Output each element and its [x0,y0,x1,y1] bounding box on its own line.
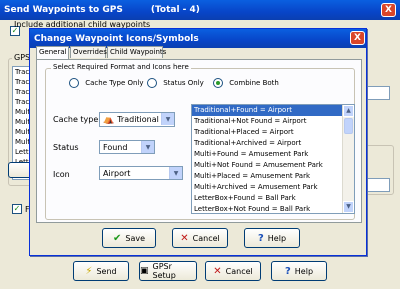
tab-overrides[interactable]: Overrides [70,46,107,58]
radio-cache-type-only-label: Cache Type Only [85,79,144,87]
status-value: Found [103,142,128,152]
scroll-thumb[interactable] [344,118,353,134]
main-help-button[interactable]: ? Help [271,261,327,281]
chevron-down-icon: ▼ [141,141,154,153]
cancel-icon: ✕ [180,232,189,244]
tab-child-waypoints[interactable]: Child Waypoints [107,46,166,58]
listbox-scrollbar[interactable]: ▲ ▼ [342,105,354,213]
radio-combine-both[interactable]: Combine Both [213,78,279,88]
dialog-cancel-label: Cancel [192,233,220,243]
chevron-down-icon: ▼ [169,167,182,179]
icon-label: Icon [53,170,70,179]
list-item[interactable]: Traditional+Found = Airport [192,105,342,116]
dialog-close-icon: X [354,33,361,43]
save-label: Save [125,233,146,243]
cancel-icon: ✕ [213,265,222,277]
chevron-down-icon: ▼ [161,113,174,125]
combination-listbox[interactable]: Traditional+Found = Airport Traditional+N… [191,104,355,214]
cache-type-select[interactable]: ⛺ Traditional ▼ [99,112,175,127]
list-item[interactable]: Traditional+Archived = Airport [192,138,342,149]
save-button[interactable]: ✔ Save [102,228,156,248]
dialog-title: Change Waypoint Icons/Symbols [34,33,199,44]
help-icon: ? [284,265,291,277]
main-window-count: (Total - 4) [150,5,200,15]
bg-right-field-2[interactable] [366,178,390,192]
change-icons-dialog: Change Waypoint Icons/Symbols X General … [29,28,367,256]
cache-type-label: Cache type [53,115,99,124]
scroll-up-arrow[interactable]: ▲ [343,105,354,117]
main-help-label: Help [294,266,314,276]
main-titlebar: Send Waypoints to GPS (Total - 4) [0,0,400,20]
list-item[interactable]: LetterBox+Not Found = Ball Park [192,204,342,213]
list-item[interactable]: Traditional+Not Found = Airport [192,116,342,127]
help-icon: ? [257,232,264,244]
list-item[interactable]: Multi+Archived = Amusement Park [192,182,342,193]
dialog-help-label: Help [267,233,287,243]
radio-status-only-button[interactable] [147,78,157,88]
fo-checkbox[interactable]: ✓ [12,204,22,214]
bg-right-field[interactable] [364,86,390,100]
radio-combine-both-button[interactable] [213,78,223,88]
status-label: Status [53,143,79,152]
radio-status-only-label: Status Only [163,79,204,87]
main-cancel-label: Cancel [225,266,253,276]
scroll-down-arrow[interactable]: ▼ [343,201,354,213]
send-label: Send [96,266,117,276]
main-close-button[interactable]: X [381,3,396,17]
list-item[interactable]: LetterBox+Found = Ball Park [192,193,342,204]
check-icon: ✔ [112,232,122,244]
main-cancel-button[interactable]: ✕ Cancel [205,261,261,281]
tab-general[interactable]: General [36,46,69,59]
radio-cache-type-only-button[interactable] [69,78,79,88]
tab-strip: General Overrides Child Waypoints [36,46,362,60]
list-item[interactable]: Multi+Placed = Amusement Park [192,171,342,182]
radio-cache-type-only[interactable]: Cache Type Only [69,78,144,88]
gpsr-setup-label: GPSr Setup [152,262,176,280]
send-icon: ⚡ [85,265,93,277]
format-group-label: Select Required Format and Icons here [51,63,191,71]
tab-panel: Select Required Format and Icons here Ca… [36,59,362,223]
list-item[interactable]: Traditional+Placed = Airport [192,127,342,138]
gpsr-setup-button[interactable]: ▣ GPSr Setup [139,261,197,281]
cache-type-value: Traditional [117,115,159,124]
main-window-title: Send Waypoints to GPS [4,5,123,15]
list-item[interactable]: Multi+Not Found = Amusement Park [192,160,342,171]
icon-select[interactable]: Airport ▼ [99,166,183,180]
dialog-help-button[interactable]: ? Help [244,228,300,248]
dialog-close-button[interactable]: X [350,31,365,45]
radio-status-only[interactable]: Status Only [147,78,204,88]
dialog-cancel-button[interactable]: ✕ Cancel [172,228,228,248]
status-select[interactable]: Found ▼ [99,140,155,154]
gpsr-icon: ▣ [140,266,149,276]
cache-type-icon: ⛺ [103,114,115,125]
list-item[interactable]: Multi+Found = Amusement Park [192,149,342,160]
icon-value: Airport [103,168,131,178]
send-button[interactable]: ⚡ Send [73,261,129,281]
radio-combine-both-label: Combine Both [229,79,279,87]
close-icon: X [385,5,392,15]
combination-list-items: Traditional+Found = Airport Traditional+N… [192,105,342,213]
